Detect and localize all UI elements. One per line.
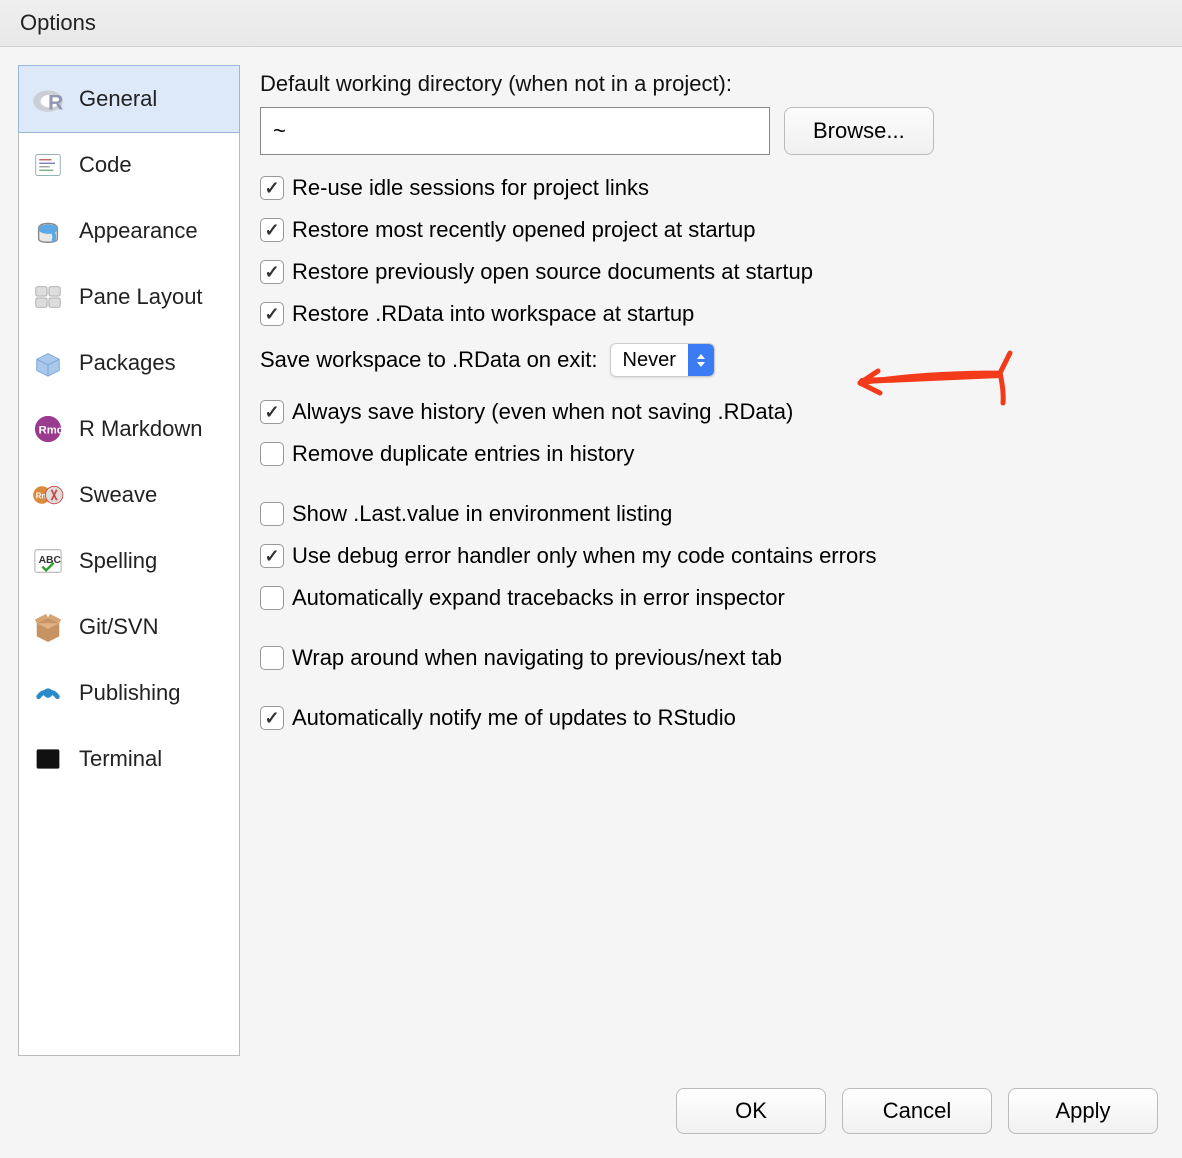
checkbox-label: Use debug error handler only when my cod… <box>292 543 877 569</box>
checkbox-label: Show .Last.value in environment listing <box>292 501 672 527</box>
checkbox-debug-handler[interactable] <box>260 544 284 568</box>
checkbox-label: Restore previously open source documents… <box>292 259 813 285</box>
sidebar-item-pane-layout[interactable]: Pane Layout <box>19 264 239 330</box>
cancel-button[interactable]: Cancel <box>842 1088 992 1134</box>
apply-button[interactable]: Apply <box>1008 1088 1158 1134</box>
save-workspace-select[interactable]: Never <box>610 343 715 377</box>
checkbox-label: Wrap around when navigating to previous/… <box>292 645 782 671</box>
sidebar-item-sweave[interactable]: Rnw Sweave <box>19 462 239 528</box>
general-panel: Default working directory (when not in a… <box>260 65 1164 1056</box>
sidebar: R General Code Appearance Pane <box>18 65 240 1056</box>
window-title: Options <box>0 0 1182 47</box>
sidebar-item-label: Git/SVN <box>79 614 158 640</box>
checkbox-label: Remove duplicate entries in history <box>292 441 634 467</box>
select-arrows-icon <box>688 344 714 376</box>
dialog-footer: OK Cancel Apply <box>0 1074 1182 1158</box>
sidebar-item-label: Pane Layout <box>79 284 203 310</box>
sidebar-item-label: Sweave <box>79 482 157 508</box>
svg-text:Rmd: Rmd <box>39 425 63 437</box>
sidebar-item-git-svn[interactable]: Git/SVN <box>19 594 239 660</box>
sidebar-item-appearance[interactable]: Appearance <box>19 198 239 264</box>
sidebar-item-label: General <box>79 86 157 112</box>
svg-text:R: R <box>48 91 63 115</box>
spelling-icon: ABC <box>31 544 65 578</box>
working-directory-input[interactable] <box>260 107 770 155</box>
sidebar-item-label: Appearance <box>79 218 198 244</box>
sidebar-item-publishing[interactable]: Publishing <box>19 660 239 726</box>
sidebar-item-label: Publishing <box>79 680 181 706</box>
sidebar-item-label: Packages <box>79 350 176 376</box>
sidebar-item-spelling[interactable]: ABC Spelling <box>19 528 239 594</box>
checkbox-label: Always save history (even when not savin… <box>292 399 793 425</box>
r-logo-icon: R <box>31 82 65 116</box>
box-icon <box>31 346 65 380</box>
checkbox-restore-rdata[interactable] <box>260 302 284 326</box>
save-workspace-label: Save workspace to .RData on exit: <box>260 347 598 373</box>
sidebar-item-packages[interactable]: Packages <box>19 330 239 396</box>
sidebar-item-general[interactable]: R General <box>18 65 240 133</box>
sidebar-item-rmarkdown[interactable]: Rmd R Markdown <box>19 396 239 462</box>
package-box-icon <box>31 610 65 644</box>
checkbox-show-last[interactable] <box>260 502 284 526</box>
checkbox-label: Re-use idle sessions for project links <box>292 175 649 201</box>
checkbox-label: Restore .RData into workspace at startup <box>292 301 694 327</box>
checkbox-restore-project[interactable] <box>260 218 284 242</box>
sidebar-item-terminal[interactable]: Terminal <box>19 726 239 792</box>
rmarkdown-icon: Rmd <box>31 412 65 446</box>
sidebar-item-label: R Markdown <box>79 416 202 442</box>
ok-button[interactable]: OK <box>676 1088 826 1134</box>
working-directory-label: Default working directory (when not in a… <box>260 71 1154 97</box>
terminal-icon <box>31 742 65 776</box>
paint-bucket-icon <box>31 214 65 248</box>
dialog-content: R General Code Appearance Pane <box>0 47 1182 1074</box>
sidebar-item-label: Code <box>79 152 132 178</box>
svg-text:ABC: ABC <box>39 555 62 566</box>
select-value: Never <box>611 349 688 372</box>
code-icon <box>31 148 65 182</box>
options-dialog: Options R General Code Appearance <box>0 0 1182 1158</box>
checkbox-auto-traceback[interactable] <box>260 586 284 610</box>
checkbox-label: Automatically notify me of updates to RS… <box>292 705 736 731</box>
checkbox-reuse-idle[interactable] <box>260 176 284 200</box>
checkbox-label: Restore most recently opened project at … <box>292 217 755 243</box>
publishing-icon <box>31 676 65 710</box>
sidebar-item-code[interactable]: Code <box>19 132 239 198</box>
checkbox-remove-dup[interactable] <box>260 442 284 466</box>
sweave-icon: Rnw <box>31 478 65 512</box>
checkbox-label: Automatically expand tracebacks in error… <box>292 585 785 611</box>
checkbox-restore-docs[interactable] <box>260 260 284 284</box>
checkbox-always-history[interactable] <box>260 400 284 424</box>
checkbox-notify-updates[interactable] <box>260 706 284 730</box>
sidebar-item-label: Terminal <box>79 746 162 772</box>
sidebar-item-label: Spelling <box>79 548 157 574</box>
panes-icon <box>31 280 65 314</box>
browse-button[interactable]: Browse... <box>784 107 934 155</box>
checkbox-wrap-tabs[interactable] <box>260 646 284 670</box>
